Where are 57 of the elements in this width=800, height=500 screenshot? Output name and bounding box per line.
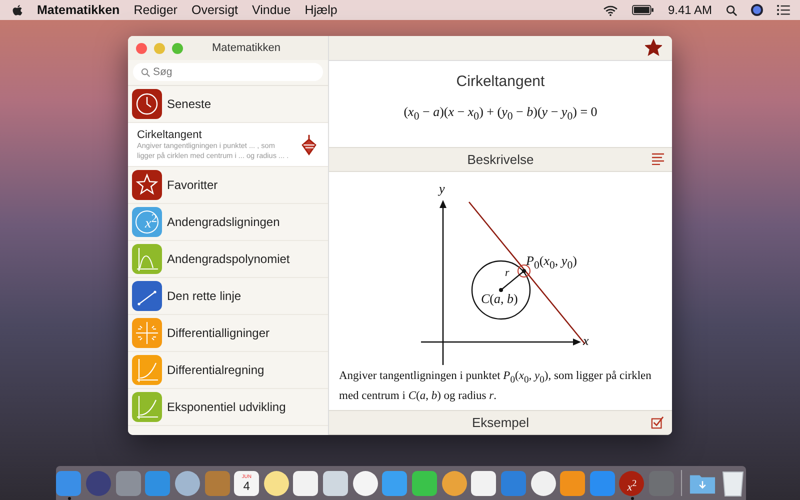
item-title: Seneste — [167, 97, 212, 111]
item-title: Eksponentiel udvikling — [167, 400, 286, 414]
item-title: Favoritter — [167, 178, 218, 192]
calendar-day: 4 — [243, 480, 250, 492]
diagram-label: P$_{0}$(x$_{0}$, y$_{0}$) — [526, 254, 577, 272]
menu-item[interactable]: Vindue — [252, 3, 291, 17]
menu-item[interactable]: Rediger — [134, 3, 178, 17]
trash-icon[interactable] — [722, 469, 744, 497]
menu-clock[interactable]: 9.41 AM — [668, 3, 712, 17]
battery-icon[interactable] — [632, 5, 654, 15]
app-icon[interactable] — [560, 470, 586, 496]
description-text: Angiver tangentligningen i punktet P$_{0}$(x$_{0}$, y$_{0}$), som ligger på cirklen med centrum i C(a, b) og radius r. — [339, 369, 652, 404]
section-title: Beskrivelse — [467, 152, 534, 167]
sidebar-item[interactable]: Differentialligninger — [128, 315, 328, 352]
sidebar-item[interactable]: Den rette linje — [128, 278, 328, 315]
siri-icon[interactable] — [751, 4, 763, 16]
sidebar-item[interactable]: Differentialregning — [128, 352, 328, 389]
list-icon[interactable] — [777, 5, 790, 15]
formula-title: Cirkeltangent — [456, 72, 545, 90]
search-icon — [141, 68, 150, 77]
section-title: Eksempel — [472, 415, 530, 430]
menu-item[interactable]: Hjælp — [304, 3, 338, 17]
item-title: Cirkeltangent — [137, 129, 203, 141]
app-menu[interactable]: Matematikken — [37, 3, 120, 17]
running-indicator — [68, 497, 71, 500]
diagram-label: x — [583, 334, 589, 347]
item-title: Den rette linje — [167, 289, 242, 303]
app-icon[interactable] — [471, 470, 496, 496]
sidebar-item[interactable]: Eksponentiel udvikling — [128, 389, 328, 426]
search-icon[interactable] — [726, 4, 737, 16]
app-icon[interactable] — [412, 470, 437, 496]
sidebar-item[interactable]: Favoritter — [128, 167, 328, 204]
search-field[interactable]: Søg — [133, 63, 323, 81]
formula: (x$_{0}$ − a)(x − x$_{0}$) + (y$_{0}$ − b)(y − y$_{0}$) = 0 — [404, 104, 598, 122]
running-indicator — [631, 497, 634, 500]
diagram-label: r — [505, 268, 510, 279]
diagram-label: y — [439, 182, 445, 195]
app-icon[interactable] — [323, 470, 348, 496]
sidebar-item[interactable]: Andengradspolynomiet — [128, 241, 328, 278]
item-title: Andengradspolynomiet — [167, 252, 290, 266]
item-title: Differentialligninger — [167, 326, 270, 340]
item-title: Differentialregning — [167, 363, 264, 377]
close-button[interactable] — [136, 42, 147, 54]
wifi-icon[interactable] — [602, 4, 618, 16]
menu-item[interactable]: Oversigt — [191, 3, 238, 17]
window-title: Matematikken — [212, 42, 280, 54]
diagram-label: C(a, b) — [481, 292, 518, 305]
section-header[interactable]: Eksempel — [329, 410, 672, 435]
section-header[interactable]: Beskrivelse — [329, 147, 672, 172]
apple-icon[interactable] — [12, 4, 23, 16]
favorite-star-icon[interactable] — [645, 39, 662, 56]
radius-segment — [499, 268, 526, 292]
app-icon[interactable] — [293, 470, 318, 496]
checkbox-icon[interactable] — [651, 416, 664, 430]
text-lines-icon[interactable] — [652, 153, 664, 166]
tangent-point-marker — [518, 264, 530, 278]
item-title: Andengradsligningen — [167, 215, 280, 229]
